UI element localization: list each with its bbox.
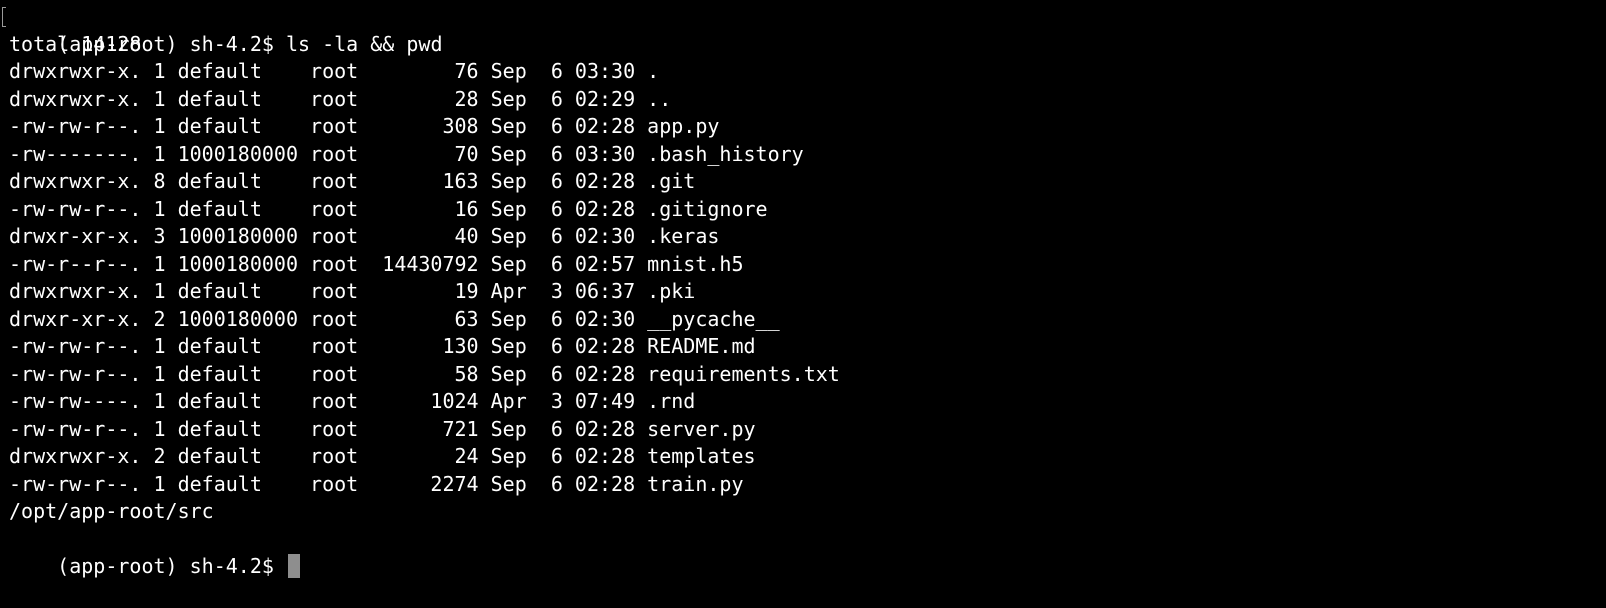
listing-row: drwxrwxr-x. 1 default root 76 Sep 6 03:3… (9, 59, 660, 83)
terminal-window[interactable]: (app-root) sh-4.2$ ls -la && pwd total 1… (0, 0, 1606, 578)
listing-row: drwxrwxr-x. 1 default root 28 Sep 6 02:2… (9, 86, 672, 111)
listing-row: -rw-rw-r--. 1 default root 130 Sep 6 02:… (9, 334, 756, 358)
listing-row: -rw-rw-r--. 1 default root 58 Sep 6 02:2… (9, 361, 840, 386)
listing-row: -rw-rw-r--. 1 default root 16 Sep 6 02:2… (9, 196, 768, 221)
prompt-mark-icon (2, 7, 6, 27)
listing-row: -rw-rw----. 1 default root 1024 Apr 3 07… (9, 389, 696, 413)
pwd-output: /opt/app-root/src (9, 499, 214, 523)
listing-row: drwxrwxr-x. 2 default root 24 Sep 6 02:2… (9, 444, 756, 468)
listing-row: -rw-r--r--. 1 1000180000 root 14430792 S… (9, 251, 744, 276)
listing-row: drwxr-xr-x. 2 1000180000 root 63 Sep 6 0… (9, 306, 780, 331)
listing-row: drwxrwxr-x. 1 default root 19 Apr 3 06:3… (9, 279, 696, 303)
listing-row: -rw-------. 1 1000180000 root 70 Sep 6 0… (9, 141, 804, 166)
listing-row: drwxrwxr-x. 8 default root 163 Sep 6 02:… (9, 169, 696, 193)
listing-row: drwxr-xr-x. 3 1000180000 root 40 Sep 6 0… (9, 224, 720, 248)
listing-row: -rw-rw-r--. 1 default root 308 Sep 6 02:… (9, 114, 720, 138)
prompt-text: (app-root) sh-4.2$ (57, 554, 286, 578)
command-line: (app-root) sh-4.2$ ls -la && pwd (0, 3, 1606, 56)
total-line: total 14128 (9, 31, 142, 56)
listing-row: -rw-rw-r--. 1 default root 2274 Sep 6 02… (9, 471, 744, 496)
block-cursor-icon (287, 554, 300, 578)
current-prompt-line[interactable]: (app-root) sh-4.2$ (0, 526, 1606, 578)
listing-row: -rw-rw-r--. 1 default root 721 Sep 6 02:… (9, 416, 756, 441)
